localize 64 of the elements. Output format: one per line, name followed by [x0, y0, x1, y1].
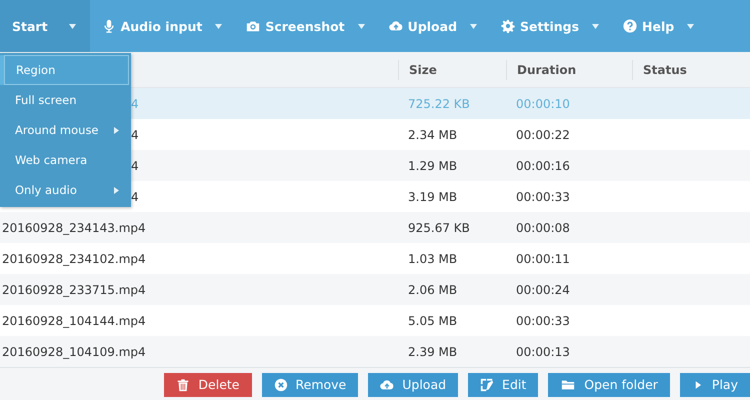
table-cell-text: 2.39 MB: [407, 344, 458, 358]
toolbar-menu-button[interactable]: Help: [611, 0, 706, 52]
table-cell-text: 725.22 KB: [407, 96, 471, 110]
cloud-upload-icon: [388, 19, 403, 33]
caret-icon: [470, 24, 478, 28]
action-button[interactable]: Play: [680, 372, 750, 396]
caret-icon: [358, 24, 365, 28]
trash-icon: [176, 378, 190, 392]
table-cell-text: 20160928_104109.mp4: [1, 344, 147, 358]
help-icon: [623, 19, 638, 33]
settings-icon: [501, 19, 516, 33]
table-cell-text: 00:00:13: [515, 344, 571, 358]
action-button[interactable]: Remove: [262, 372, 358, 396]
table-row[interactable]: 20160928_234143.mp4 925.67 KB 00:00:08: [0, 212, 750, 243]
caret-icon: [687, 24, 694, 28]
caret-icon: [592, 24, 600, 28]
table-cell-text: 5.05 MB: [407, 314, 458, 328]
table-cell-text: 3.19 MB: [407, 190, 458, 204]
action-button[interactable]: Open folder: [548, 372, 670, 396]
table-cell: 4: [131, 158, 139, 172]
toolbar-menu-button[interactable]: Settings: [489, 0, 612, 52]
folder-icon: [560, 378, 576, 392]
table-cell-text: 2.06 MB: [407, 282, 458, 296]
table-cell: 4: [131, 190, 139, 204]
table-cell-text: 2.34 MB: [407, 128, 458, 142]
toolbar-menu-button[interactable]: Audio input: [90, 0, 234, 52]
column-header[interactable]: Duration: [506, 60, 632, 80]
caret-icon: [215, 24, 222, 28]
table-cell-text: 20160928_233715.mp4: [1, 282, 147, 296]
table-cell-text: 20160928_104144.mp4: [1, 314, 147, 328]
submenu-arrow-icon: [114, 126, 119, 134]
toolbar-menu-button[interactable]: Start: [0, 0, 90, 52]
table-row[interactable]: 20160928_104109.mp4 2.39 MB 00:00:13: [0, 336, 750, 367]
table-cell-text: 20160928_234143.mp4: [1, 220, 147, 234]
caret-icon: [68, 24, 76, 28]
column-header[interactable]: Status: [632, 60, 750, 80]
menu-item[interactable]: Full screen: [4, 85, 129, 115]
action-button[interactable]: Delete: [164, 372, 252, 396]
cloud-upload-icon: [380, 378, 394, 392]
toolbar-menu-button[interactable]: Screenshot: [234, 0, 377, 52]
table-cell-text: 00:00:22: [515, 128, 571, 142]
toolbar-menu-button[interactable]: Upload: [376, 0, 490, 52]
table-cell: 4: [131, 96, 139, 110]
table-cell-text: 20160928_234102.mp4: [1, 252, 147, 266]
close-icon: [274, 378, 288, 392]
table-cell-text: 00:00:33: [515, 190, 571, 204]
edit-icon: [480, 378, 494, 392]
submenu-arrow-icon: [114, 186, 119, 194]
table-cell-text: 925.67 KB: [407, 220, 471, 234]
action-button[interactable]: Edit: [468, 372, 538, 396]
table-cell-text: 00:00:11: [515, 252, 571, 266]
table-cell-text: 00:00:08: [515, 220, 571, 234]
action-button[interactable]: Upload: [368, 372, 458, 396]
table-row[interactable]: 20160928_233715.mp4 2.06 MB 00:00:24: [0, 274, 750, 305]
table-cell-text: 1.29 MB: [407, 158, 458, 172]
column-header[interactable]: Size: [398, 60, 506, 80]
table-cell-text: 00:00:16: [515, 158, 571, 172]
camera-icon: [246, 19, 260, 33]
table-cell-text: 00:00:24: [515, 282, 571, 296]
table-cell-text: 1.03 MB: [407, 252, 458, 266]
table-cell-text: 00:00:33: [515, 314, 571, 328]
table-cell-text: 00:00:10: [515, 96, 571, 110]
microphone-icon: [102, 19, 116, 33]
table-cell: 4: [131, 128, 139, 142]
